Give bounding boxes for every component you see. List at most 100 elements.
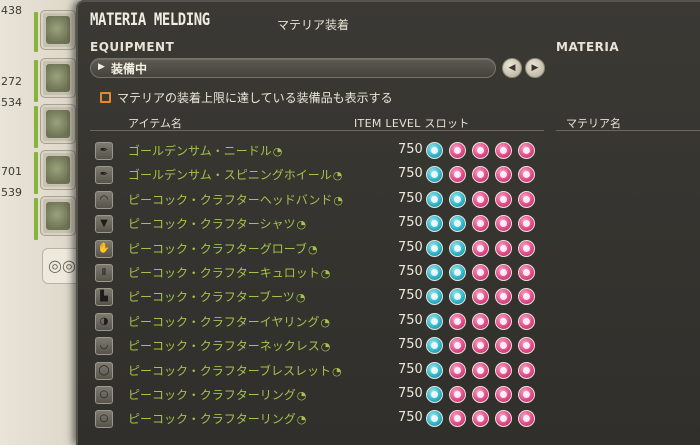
item-name-text: ピーコック・クラフターヘッドバンド [128,192,333,207]
header-divider [90,130,544,131]
materia-slot-pink-icon [472,410,489,428]
item-level: 750 [398,386,423,401]
gear-slot[interactable] [40,196,76,236]
item-name-text: ピーコック・クラフターブレスレット [128,363,332,378]
dropdown-value: 装備中 [111,62,148,76]
materia-slot-pink-icon [472,215,489,233]
item-name: ピーコック・クラフターリング◔ [128,410,306,427]
item-level: 750 [398,215,423,231]
bg-number: 438 [1,4,22,17]
item-name: ピーコック・クラフターシャツ◔ [128,215,306,232]
bg-number: 272 [1,75,22,88]
item-name: ピーコック・クラフターキュロット◔ [128,264,330,281]
equipment-row[interactable]: ○ ピーコック・クラフターリング◔ 750 [90,384,544,406]
bg-number: 701 [1,165,22,178]
equipment-row[interactable]: ◡ ピーコック・クラフターネックレス◔ 750 [90,335,544,357]
equipment-row[interactable]: ▼ ピーコック・クラフターシャツ◔ 750 [90,213,544,235]
materia-slot-blue-icon [426,337,443,355]
gear-slot[interactable] [40,104,76,144]
item-level: 750 [398,166,423,182]
equipment-row[interactable]: ◯ ピーコック・クラフターブレスレット◔ 750 [90,360,544,382]
materia-slot-pink-icon [449,312,466,330]
equipment-row[interactable]: Ⅱ ピーコック・クラフターキュロット◔ 750 [90,262,544,284]
materia-slot-pink-icon [518,337,535,355]
previous-button[interactable]: ◀ [502,58,522,78]
item-name-text: ピーコック・クラフターシャツ [128,217,296,232]
item-name: ピーコック・クラフターヘッドバンド◔ [128,191,343,208]
materia-slot-blue-icon [426,361,443,379]
high-quality-icon: ◔ [296,413,307,427]
item-level: 750 [398,337,423,353]
item-name: ゴールデンサム・スピニングホイール◔ [128,166,342,183]
materia-slot-pink-icon [472,337,489,355]
materia-slot-blue-icon [426,190,443,208]
materia-slot-blue-icon [449,239,466,257]
gear-slot[interactable] [40,10,76,50]
materia-slot-blue-icon [449,215,466,233]
high-quality-icon: ◔ [308,242,318,256]
materia-slot-pink-icon [449,386,466,403]
ring-icon: ○ [95,386,113,404]
materia-slot-pink-icon [495,190,512,208]
materia-slot-pink-icon [495,166,512,184]
hp-bar [34,12,38,52]
materia-slot-pink-icon [518,410,535,428]
materia-slot-blue-icon [426,166,443,184]
show-capped-checkbox[interactable] [100,92,111,103]
next-button[interactable]: ▶ [525,58,545,78]
materia-slot-blue-icon [426,386,443,403]
checkbox-label: マテリアの装着上限に達している装備品も表示する [117,91,393,105]
item-level: 750 [398,239,423,255]
item-name-text: ピーコック・クラフターリング [128,388,296,402]
materia-slot-blue-icon [426,264,443,281]
materia-slot-blue-icon [426,288,443,306]
materia-slot-pink-icon [449,361,466,379]
materia-slot-pink-icon [495,142,512,159]
materia-slot-pink-icon [495,239,512,257]
item-name: ピーコック・クラフターイヤリング◔ [128,313,330,330]
equipment-row[interactable]: ◑ ピーコック・クラフターイヤリング◔ 750 [90,311,544,333]
materia-slot-pink-icon [495,288,512,306]
materia-slot-pink-icon [495,410,512,428]
materia-slot-blue-icon [449,288,466,306]
header-divider [556,130,700,131]
equipment-filter-dropdown[interactable]: ▶ 装備中 [90,58,496,78]
materia-slot-blue-icon [426,312,443,330]
materia-slot-pink-icon [472,288,489,306]
materia-slot-pink-icon [449,142,466,159]
item-level: 750 [398,410,423,426]
materia-slot-pink-icon [518,386,535,403]
equipment-row[interactable]: ✒ ゴールデンサム・スピニングホイール◔ 750 [90,164,544,186]
item-name: ピーコック・クラフターブレスレット◔ [128,362,342,379]
high-quality-icon: ◔ [320,267,331,280]
high-quality-icon: ◔ [332,169,343,183]
item-name-text: ゴールデンサム・スピニングホイール [128,168,332,183]
item-level: 750 [398,264,423,279]
materia-slot-pink-icon [495,337,512,355]
glove-icon: ✋ [95,239,113,258]
materia-slot-pink-icon [449,410,466,428]
materia-slot-pink-icon [472,361,489,379]
equipment-row[interactable]: ✒ ゴールデンサム・ニードル◔ 750 [90,140,544,162]
materia-slot-pink-icon [472,190,489,208]
equipment-row[interactable]: ▙ ピーコック・クラフターブーツ◔ 750 [90,286,544,308]
materia-slot-blue-icon [426,215,443,233]
materia-slot-pink-icon [518,142,535,159]
gear-slot[interactable] [40,150,76,190]
triangle-right-icon: ▶ [98,62,105,72]
item-name: ゴールデンサム・ニードル◔ [128,142,282,159]
equipment-row[interactable]: ✋ ピーコック・クラフターグローブ◔ 750 [90,238,544,260]
boots-icon: ▙ [95,288,113,307]
materia-melding-window: MATERIA MELDING マテリア装着 EQUIPMENT MATERIA… [76,0,700,445]
item-name: ピーコック・クラフターブーツ◔ [128,288,305,305]
item-name-text: ピーコック・クラフターリング [128,412,296,427]
equipment-row[interactable]: ◠ ピーコック・クラフターヘッドバンド◔ 750 [90,189,544,211]
item-level: 750 [398,190,423,206]
column-header-materia-name: マテリア名 [566,117,621,130]
item-name-text: ピーコック・クラフターネックレス [128,339,320,354]
gear-slot[interactable] [40,58,76,98]
item-level: 750 [398,288,423,304]
materia-slot-pink-icon [518,239,535,257]
equipment-row[interactable]: ○ ピーコック・クラフターリング◔ 750 [90,408,544,430]
high-quality-icon: ◔ [320,315,331,329]
